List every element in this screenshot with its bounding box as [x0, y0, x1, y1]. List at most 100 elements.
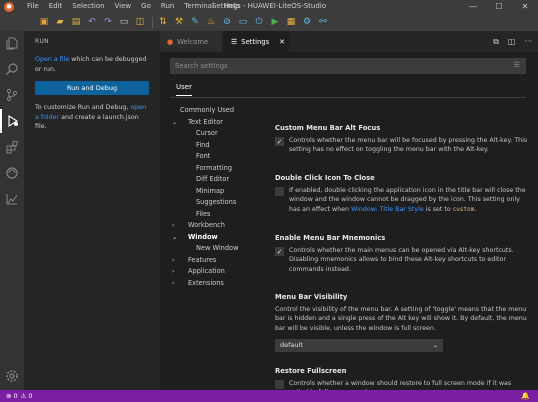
- link-icon[interactable]: ⚯: [317, 16, 329, 28]
- setting-checkbox[interactable]: [275, 380, 284, 389]
- toc-item-label: Files: [196, 209, 211, 218]
- explorer-icon[interactable]: [0, 31, 24, 55]
- menu-run[interactable]: Run: [156, 0, 179, 13]
- tab-welcome-label: Welcome: [177, 37, 209, 46]
- chevron-down-icon: ⌄: [172, 233, 178, 241]
- warnings-icon[interactable]: ⚠: [21, 392, 27, 400]
- close-tab-icon[interactable]: ✕: [279, 38, 285, 46]
- tab-welcome[interactable]: ● Welcome: [160, 31, 222, 52]
- menu-bar-visibility-select[interactable]: default ⌄: [275, 338, 443, 352]
- toc-item[interactable]: ⌄ Text Editor: [172, 117, 270, 129]
- welcome-tab-icon: ●: [167, 37, 174, 46]
- run-and-debug-button[interactable]: Run and Debug: [35, 81, 149, 95]
- chart-icon[interactable]: [0, 187, 24, 211]
- settings-toc: Commonly Used ⌄ Text Editor Cursor Find Font F…: [172, 105, 270, 290]
- menu-view[interactable]: View: [110, 0, 137, 13]
- stop-icon[interactable]: ⊘: [221, 16, 233, 28]
- clean-icon[interactable]: ✎: [189, 16, 201, 28]
- burn-icon[interactable]: ♨: [205, 16, 217, 28]
- split-editor-icon[interactable]: ◫: [508, 37, 516, 46]
- toc-item[interactable]: ⌄ Window: [172, 232, 270, 244]
- open-settings-json-icon[interactable]: ⧉: [493, 37, 499, 47]
- split-view-icon[interactable]: ◫: [134, 16, 146, 28]
- extensions-icon[interactable]: [0, 135, 24, 159]
- open-file-link[interactable]: Open a file: [35, 56, 69, 63]
- toc-item[interactable]: Diff Editor: [180, 174, 270, 186]
- window-controls: — ☐ ✕: [460, 0, 538, 13]
- warnings-count[interactable]: 0: [28, 392, 32, 400]
- undo-icon[interactable]: ↶: [86, 16, 98, 28]
- toc-item[interactable]: Commonly Used: [180, 105, 270, 117]
- search-icon[interactable]: [0, 57, 24, 81]
- setting-checkbox[interactable]: ✓: [275, 137, 284, 146]
- toc-item[interactable]: New Window: [180, 243, 270, 255]
- toolbar-separator: [152, 16, 153, 28]
- toc-item[interactable]: Files: [180, 209, 270, 221]
- toolbar: ▣ ▰ ▤ ↶ ↷ ▭ ◫ ⇅ ⚒ ✎ ♨ ⊘ ▭ ⏻ ▶ ▦ ⚙ ⚯: [0, 13, 538, 31]
- save-icon[interactable]: ▤: [70, 16, 82, 28]
- setting-checkbox[interactable]: [275, 187, 284, 196]
- liteos-icon[interactable]: [0, 161, 24, 185]
- toc-item[interactable]: Formatting: [180, 163, 270, 175]
- settings-search-input[interactable]: [171, 59, 511, 73]
- chevron-right-icon: ›: [172, 268, 175, 275]
- window-icon[interactable]: ▭: [118, 16, 130, 28]
- toc-item-label: Text Editor: [188, 117, 223, 126]
- toc-item-label: New Window: [196, 244, 239, 252]
- more-actions-icon[interactable]: ···: [524, 37, 532, 46]
- setting-description: Controls whether the menu bar will be fo…: [289, 137, 528, 154]
- sidebar-title: RUN: [35, 38, 49, 45]
- build-icon[interactable]: ⚒: [173, 16, 185, 28]
- close-window-button[interactable]: ✕: [512, 0, 538, 13]
- setting-checkbox[interactable]: ✓: [275, 247, 284, 256]
- tools-icon[interactable]: ⚙: [301, 16, 313, 28]
- setting-enable-menu-bar-mnemonics: Enable Menu Bar Mnemonics ✓ Controls whe…: [275, 234, 531, 274]
- tab-user[interactable]: User: [176, 83, 192, 96]
- title-bar-style-link[interactable]: Window: Title Bar Style: [351, 206, 424, 213]
- menu-go[interactable]: Go: [136, 0, 156, 13]
- redo-icon[interactable]: ↷: [102, 16, 114, 28]
- tab-settings[interactable]: ☰ Settings ✕: [223, 31, 289, 52]
- menu-selection[interactable]: Selection: [67, 0, 109, 13]
- toc-item[interactable]: Find: [180, 140, 270, 152]
- maximize-button[interactable]: ☐: [486, 0, 512, 13]
- setting-title: Menu Bar Visibility: [275, 293, 348, 301]
- toc-item[interactable]: Cursor: [180, 128, 270, 140]
- new-file-icon[interactable]: ▣: [38, 16, 50, 28]
- settings-search-box: ☰: [170, 58, 526, 74]
- settings-scope-tabs: User: [170, 80, 526, 98]
- select-value: default: [280, 340, 303, 349]
- menu-help[interactable]: Help: [219, 0, 245, 13]
- toc-item[interactable]: › Features: [172, 255, 270, 267]
- app-logo-icon: ●: [4, 1, 14, 12]
- clear-filter-icon[interactable]: ☰: [514, 61, 520, 69]
- run-icon[interactable]: ▶: [269, 16, 281, 28]
- errors-count[interactable]: 0: [13, 392, 17, 400]
- toc-item-label: Application: [188, 267, 225, 275]
- power-icon[interactable]: ⏻: [253, 16, 265, 28]
- toc-item[interactable]: Suggestions: [180, 197, 270, 209]
- chevron-right-icon: ›: [172, 279, 175, 287]
- toc-item-label: Extensions: [188, 278, 224, 287]
- minimize-button[interactable]: —: [460, 0, 486, 13]
- toc-item-label: Font: [196, 152, 211, 160]
- open-folder-icon[interactable]: ▰: [54, 16, 66, 28]
- terminal-icon[interactable]: ▭: [237, 16, 249, 28]
- manage-gear-icon[interactable]: [0, 364, 24, 388]
- toc-item[interactable]: Minimap: [180, 186, 270, 198]
- toc-item[interactable]: › Application: [172, 266, 270, 278]
- description-text: is set to: [423, 205, 453, 213]
- errors-icon[interactable]: ⊗: [6, 392, 11, 400]
- run-debug-icon[interactable]: [0, 109, 24, 133]
- menu-terminal[interactable]: Terminal: [179, 0, 219, 13]
- toc-item[interactable]: Font: [180, 151, 270, 163]
- tab-settings-label: Settings: [241, 37, 270, 46]
- sort-icon[interactable]: ⇅: [157, 16, 169, 28]
- toc-item[interactable]: › Workbench: [172, 220, 270, 232]
- menu-file[interactable]: File: [22, 0, 44, 13]
- source-control-icon[interactable]: [0, 83, 24, 107]
- notifications-bell-icon[interactable]: 🔔: [521, 390, 530, 402]
- menu-edit[interactable]: Edit: [44, 0, 68, 13]
- toc-item[interactable]: › Extensions: [172, 278, 270, 290]
- settings-icon[interactable]: ▦: [285, 16, 297, 28]
